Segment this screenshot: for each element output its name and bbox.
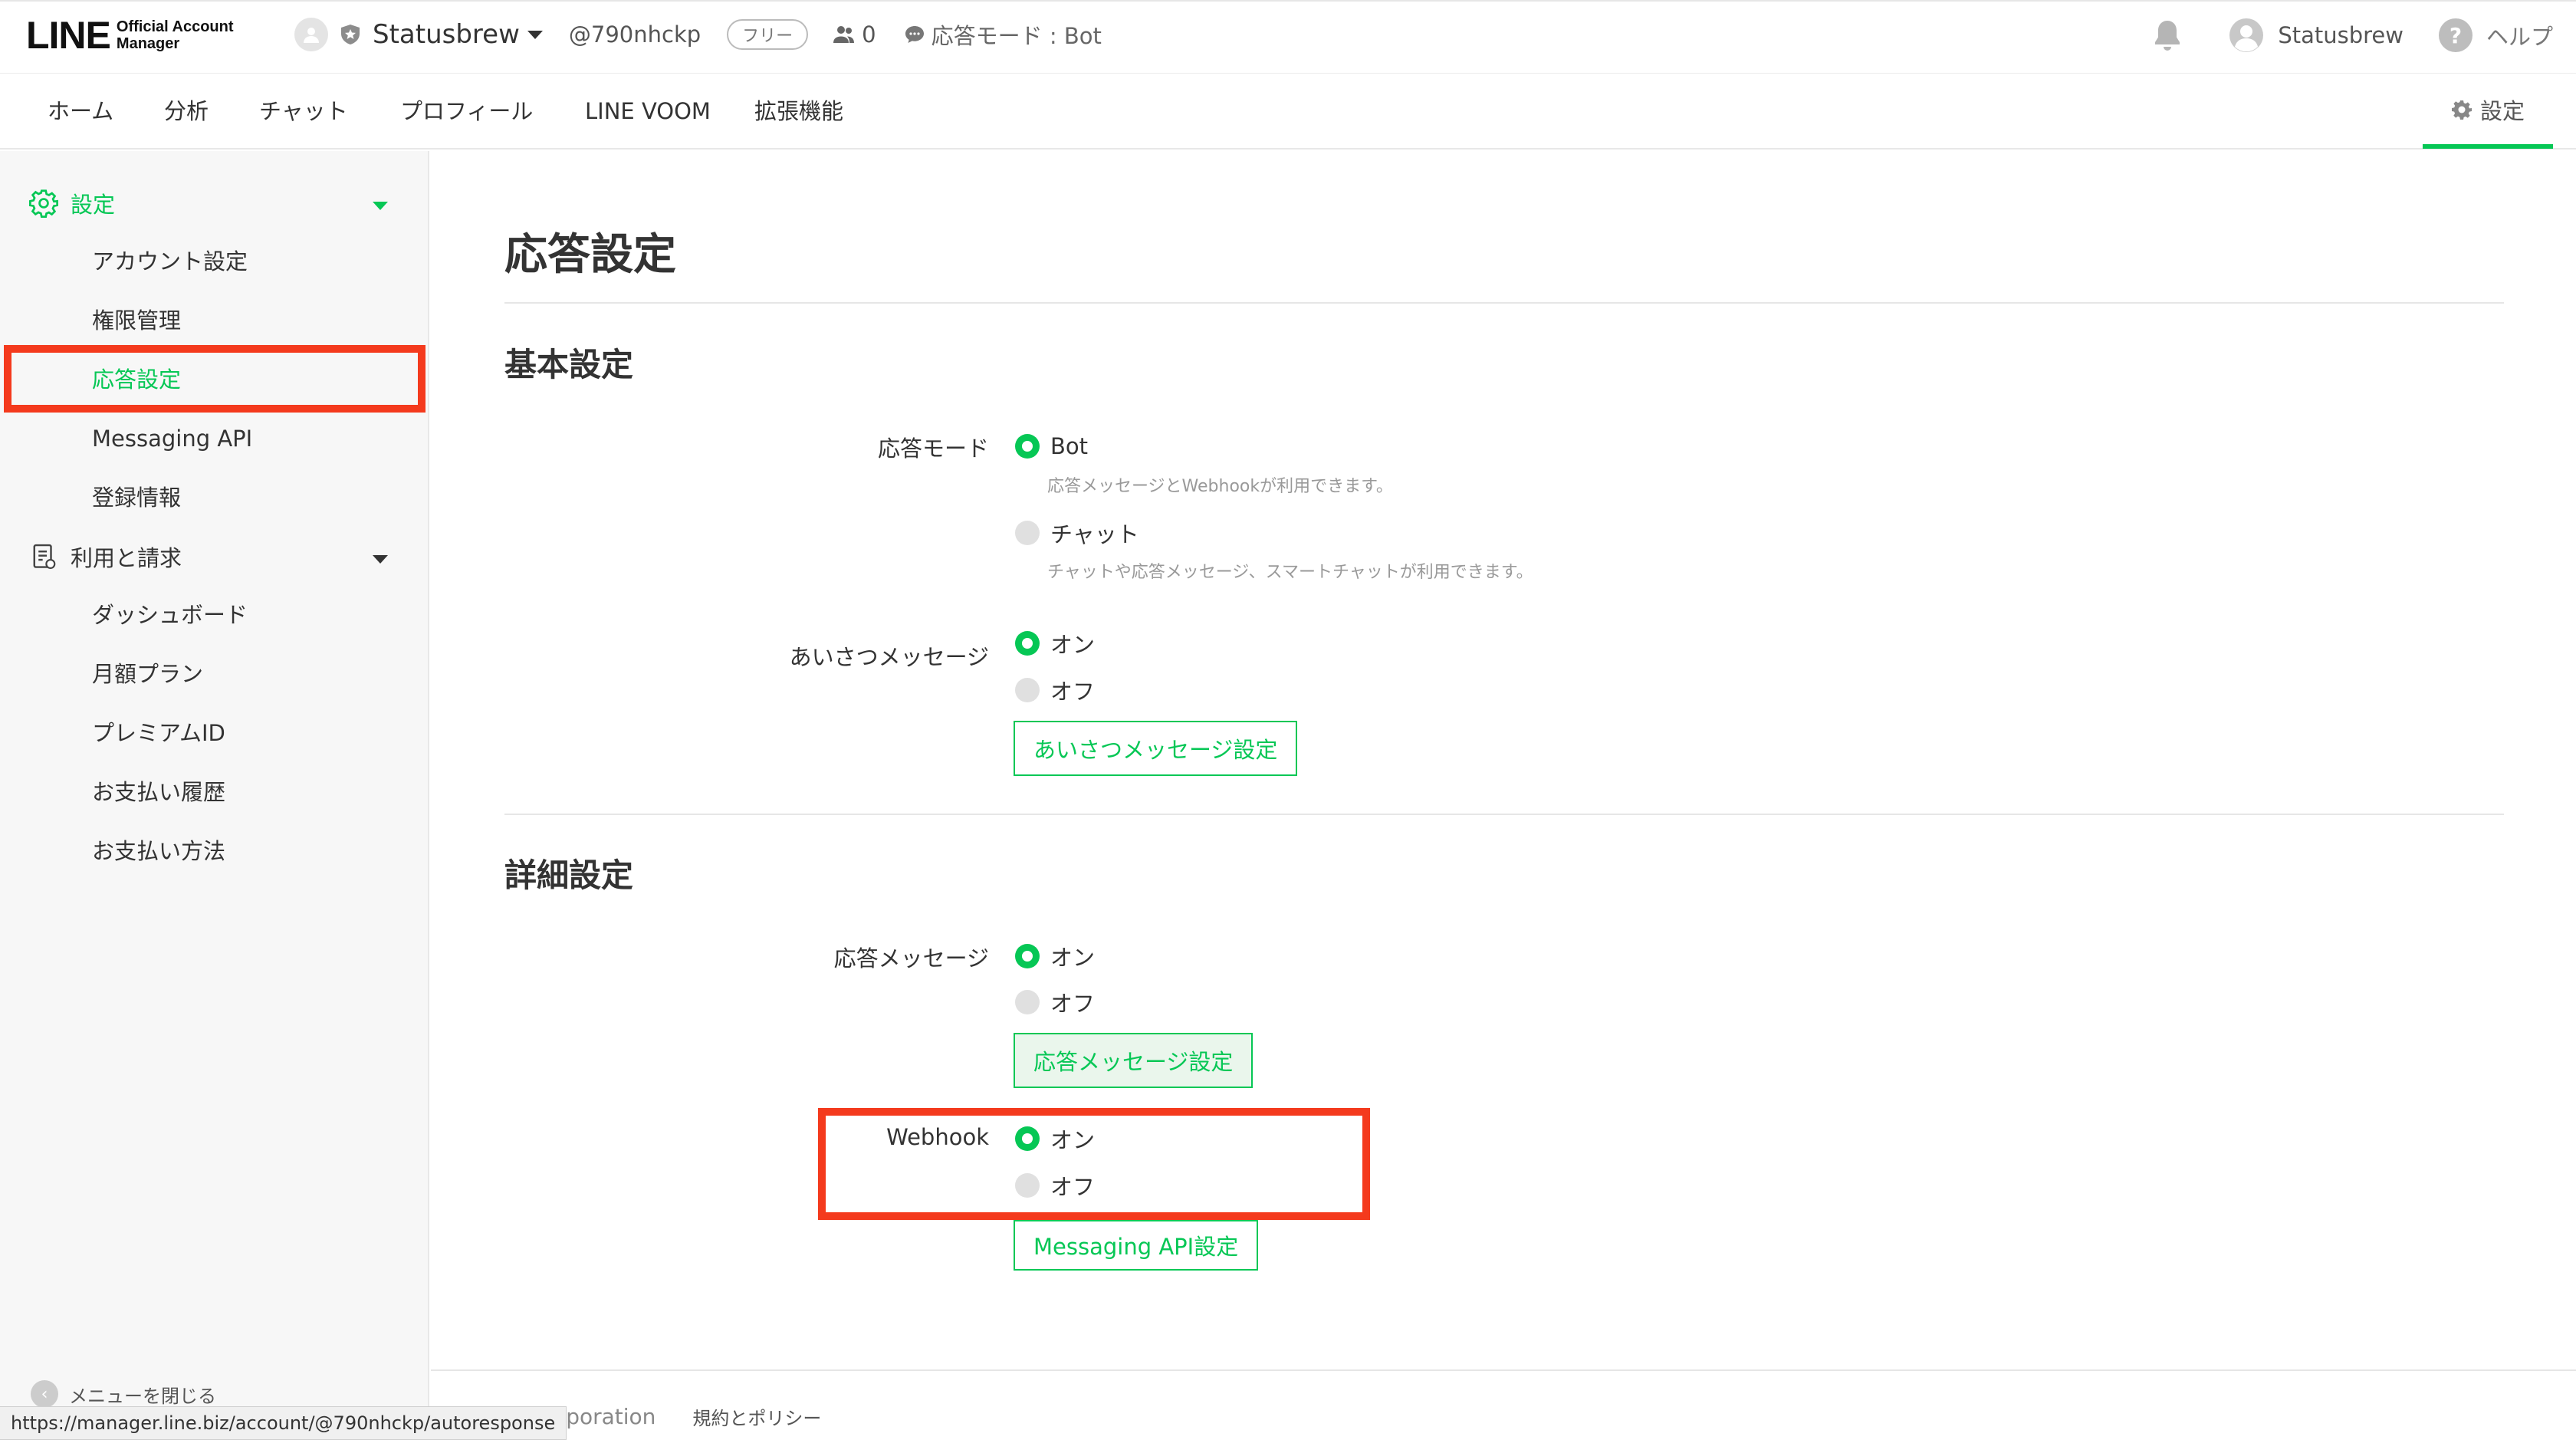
logo-wordmark: LINE (26, 14, 111, 57)
status-bar-url: https://manager.line.biz/account/@790nhc… (0, 1406, 567, 1440)
chat-bubble-icon (905, 26, 924, 43)
help-icon[interactable]: ? (2438, 18, 2472, 52)
user-avatar-icon[interactable] (2229, 18, 2264, 53)
top-header: LINE Official Account Manager Statusbrew… (0, 0, 2576, 74)
radio-selected (1015, 631, 1040, 656)
greeting-on-radio[interactable]: オン (1015, 628, 1095, 659)
response-mode-indicator: 応答モード : Bot (904, 18, 1102, 51)
sidebar-item-account-settings[interactable]: アカウント設定 (92, 238, 248, 284)
radio-selected (1015, 944, 1040, 968)
main-content: 応答設定 基本設定 応答モード Bot 応答メッセージとWebhookが利用でき… (431, 151, 2576, 1366)
nav-settings-label: 設定 (2479, 97, 2525, 124)
nav-extensions[interactable]: 拡張機能 (754, 74, 843, 148)
sidebar-group-settings-label: 設定 (71, 192, 116, 218)
highlight-box-sidebar (4, 345, 426, 413)
person-icon (304, 28, 319, 43)
bell-icon[interactable] (2150, 18, 2184, 53)
footer: Corporation 規約とポリシー (529, 1403, 821, 1430)
response-mode-bot-radio[interactable]: Bot (1015, 431, 1088, 462)
nav-home[interactable]: ホーム (48, 74, 113, 148)
auto-response-label: 応答メッセージ (833, 945, 989, 972)
document-icon (33, 544, 56, 570)
nav-chat[interactable]: チャット (259, 74, 348, 148)
auto-response-on-radio[interactable]: オン (1015, 941, 1095, 972)
close-menu-button[interactable]: ‹ メニューを閉じる (31, 1380, 216, 1408)
logo-subtitle: Official Account Manager (116, 18, 234, 52)
account-avatar (294, 18, 328, 51)
nav-line-voom[interactable]: LINE VOOM (585, 74, 711, 148)
highlight-box-webhook (818, 1108, 1370, 1220)
sidebar-item-messaging-api[interactable]: Messaging API (92, 416, 252, 462)
header-actions: Statusbrew ? ヘルプ (2150, 14, 2553, 57)
sidebar-item-dashboard[interactable]: ダッシュボード (92, 592, 248, 638)
radio-selected (1015, 434, 1040, 459)
gear-icon (29, 189, 58, 218)
messaging-api-settings-button[interactable]: Messaging API設定 (1014, 1220, 1259, 1271)
chevron-left-icon: ‹ (31, 1380, 58, 1408)
auto-response-settings-button[interactable]: 応答メッセージ設定 (1014, 1033, 1254, 1088)
account-name: Statusbrew (373, 19, 520, 50)
greeting-settings-button[interactable]: あいさつメッセージ設定 (1014, 721, 1298, 776)
followers-count: 0 (833, 21, 876, 48)
chat-description: チャットや応答メッセージ、スマートチャットが利用できます。 (1047, 563, 1533, 582)
account-switcher[interactable]: Statusbrew @790nhckp フリー 0 応答モード : Bot (294, 15, 1102, 54)
response-mode-chat-radio[interactable]: チャット (1015, 518, 1139, 548)
main-nav: ホーム 分析 チャット プロフィール LINE VOOM 拡張機能 設定 (0, 74, 2576, 150)
line-oa-manager-logo[interactable]: LINE Official Account Manager (26, 12, 234, 58)
radio-unselected (1015, 678, 1040, 702)
nav-analytics[interactable]: 分析 (164, 74, 209, 148)
chevron-down-icon[interactable] (373, 555, 388, 564)
sidebar-group-settings[interactable]: 設定 (29, 180, 115, 226)
sidebar-item-payment-history[interactable]: お支払い履歴 (92, 769, 225, 815)
footer-policy-link[interactable]: 規約とポリシー (692, 1403, 821, 1430)
response-mode-label: 応答モード (877, 436, 989, 462)
users-icon (833, 26, 855, 43)
footer-divider (431, 1369, 2576, 1371)
sidebar-item-permissions[interactable]: 権限管理 (92, 298, 181, 344)
sidebar-group-billing-label: 利用と請求 (71, 545, 182, 571)
auto-response-off-radio[interactable]: オフ (1015, 987, 1095, 1018)
user-name[interactable]: Statusbrew (2278, 22, 2404, 48)
help-link[interactable]: ヘルプ (2486, 19, 2553, 51)
nav-settings[interactable]: 設定 (2423, 74, 2553, 149)
account-id: @790nhckp (568, 21, 702, 48)
chevron-down-icon (527, 30, 543, 39)
radio-unselected (1015, 521, 1040, 545)
radio-unselected (1015, 990, 1040, 1014)
sidebar-item-payment-method[interactable]: お支払い方法 (92, 828, 225, 874)
title-divider (504, 302, 2504, 304)
gear-icon (2451, 100, 2472, 120)
bot-description: 応答メッセージとWebhookが利用できます。 (1047, 477, 1393, 496)
basic-settings-title: 基本設定 (504, 346, 634, 383)
chevron-down-icon[interactable] (373, 202, 388, 210)
sidebar-group-billing[interactable]: 利用と請求 (29, 534, 182, 580)
nav-profile[interactable]: プロフィール (400, 74, 533, 148)
sidebar-item-registration-info[interactable]: 登録情報 (92, 475, 181, 521)
plan-badge: フリー (727, 19, 809, 50)
sidebar-item-monthly-plan[interactable]: 月額プラン (92, 651, 203, 697)
greeting-off-radio[interactable]: オフ (1015, 675, 1095, 705)
page-title: 応答設定 (504, 230, 676, 280)
greeting-message-label: あいさつメッセージ (789, 644, 989, 670)
detail-settings-title: 詳細設定 (504, 856, 634, 894)
shield-icon (341, 25, 360, 44)
section-divider (504, 814, 2504, 815)
sidebar-item-premium-id[interactable]: プレミアムID (92, 710, 225, 756)
